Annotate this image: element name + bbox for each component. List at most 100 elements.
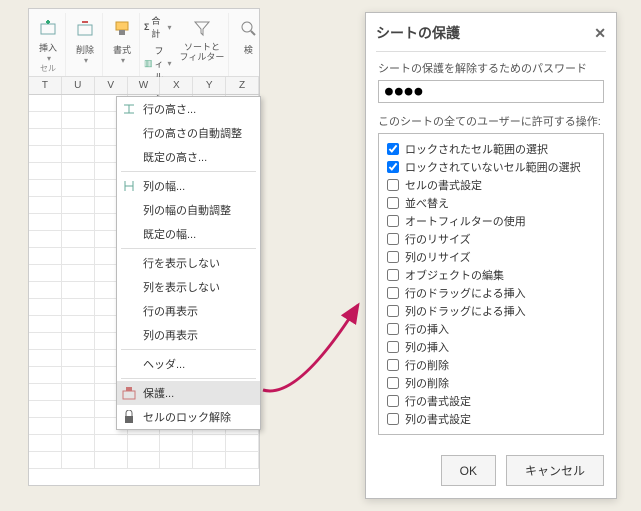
permissions-list: ロックされたセル範囲の選択ロックされていないセル範囲の選択セルの書式設定並べ替え… — [378, 133, 604, 435]
menu-autofit-row[interactable]: 行の高さの自動調整 — [117, 121, 260, 145]
column-header[interactable]: Y — [193, 77, 226, 94]
menu-default-height[interactable]: 既定の高さ... — [117, 145, 260, 169]
close-button[interactable]: ✕ — [594, 25, 606, 42]
menu-label: 列の幅... — [143, 178, 185, 194]
permission-item[interactable]: 列のリサイズ — [387, 248, 595, 266]
ribbon-sort-filter[interactable]: ソートと フィルター — [176, 13, 230, 76]
ribbon-insert[interactable]: 挿入 ▾ セル — [31, 13, 66, 76]
chevron-down-icon: ▾ — [121, 56, 125, 65]
permission-item[interactable]: 行の挿入 — [387, 320, 595, 338]
ribbon-find[interactable]: 検 — [231, 13, 260, 76]
menu-hide-row[interactable]: 行を表示しない — [117, 251, 260, 275]
menu-label: ヘッダ... — [143, 356, 185, 372]
menu-show-row[interactable]: 行の再表示 — [117, 299, 260, 323]
permission-label: 行の書式設定 — [405, 393, 471, 409]
dialog-body: シートの保護を解除するためのパスワード このシートの全てのユーザーに許可する操作… — [366, 60, 616, 445]
menu-row-height[interactable]: 行の高さ... — [117, 97, 260, 121]
separator — [121, 349, 256, 350]
permission-checkbox[interactable] — [387, 287, 399, 299]
dialog-buttons: OK キャンセル — [366, 445, 616, 498]
menu-default-width[interactable]: 既定の幅... — [117, 222, 260, 246]
permission-label: 行のリサイズ — [405, 231, 471, 247]
column-header[interactable]: U — [62, 77, 95, 94]
separator — [121, 378, 256, 379]
permission-checkbox[interactable] — [387, 269, 399, 281]
menu-autofit-col[interactable]: 列の幅の自動調整 — [117, 198, 260, 222]
menu-show-col[interactable]: 列の再表示 — [117, 323, 260, 347]
ribbon-delete[interactable]: 削除 ▾ — [68, 13, 103, 76]
column-header[interactable]: Z — [226, 77, 259, 94]
fill-icon: ▥ — [144, 58, 153, 69]
menu-label: セルのロック解除 — [143, 409, 231, 425]
permission-checkbox[interactable] — [387, 359, 399, 371]
menu-label: 行の高さの自動調整 — [143, 125, 242, 141]
permission-checkbox[interactable] — [387, 179, 399, 191]
permission-item[interactable]: 行のリサイズ — [387, 230, 595, 248]
funnel-icon — [189, 15, 215, 41]
permission-checkbox[interactable] — [387, 161, 399, 173]
permission-checkbox[interactable] — [387, 413, 399, 425]
permission-item[interactable]: 行の削除 — [387, 356, 595, 374]
chevron-down-icon: ▾ — [168, 23, 172, 32]
menu-label: 列の幅の自動調整 — [143, 202, 231, 218]
ribbon-insert-sub: セル — [40, 63, 56, 74]
permission-checkbox[interactable] — [387, 143, 399, 155]
format-icon — [109, 15, 135, 41]
permission-item[interactable]: 列の挿入 — [387, 338, 595, 356]
menu-col-width[interactable]: 列の幅... — [117, 174, 260, 198]
permission-checkbox[interactable] — [387, 341, 399, 353]
password-input[interactable] — [378, 80, 604, 103]
permission-label: ロックされていないセル範囲の選択 — [405, 159, 581, 175]
permission-item[interactable]: 列の書式設定 — [387, 410, 595, 428]
permission-checkbox[interactable] — [387, 233, 399, 245]
permission-item[interactable]: オブジェクトの編集 — [387, 266, 595, 284]
permission-checkbox[interactable] — [387, 395, 399, 407]
permission-item[interactable]: 列のドラッグによる挿入 — [387, 302, 595, 320]
permission-item[interactable]: ロックされていないセル範囲の選択 — [387, 158, 595, 176]
permission-label: 列のドラッグによる挿入 — [405, 303, 526, 319]
lock-icon — [121, 409, 137, 425]
permission-checkbox[interactable] — [387, 323, 399, 335]
chevron-down-icon: ▾ — [47, 54, 51, 63]
permission-item[interactable]: オートフィルターの使用 — [387, 212, 595, 230]
permission-checkbox[interactable] — [387, 305, 399, 317]
permission-label: オブジェクトの編集 — [405, 267, 504, 283]
row-height-icon — [121, 101, 137, 117]
permission-item[interactable]: 列の削除 — [387, 374, 595, 392]
permission-checkbox[interactable] — [387, 377, 399, 389]
delete-cells-icon — [72, 15, 98, 41]
insert-cells-icon — [35, 15, 61, 39]
ribbon-editing: Σ 合計 ▾ ▥ フィル ▾ ◇ クリア ▾ — [142, 13, 174, 76]
permission-label: 列の書式設定 — [405, 411, 471, 427]
permissions-label: このシートの全てのユーザーに許可する操作: — [378, 113, 604, 129]
permission-checkbox[interactable] — [387, 197, 399, 209]
menu-protect[interactable]: 保護... — [117, 381, 260, 405]
menu-header[interactable]: ヘッダ... — [117, 352, 260, 376]
permission-label: ロックされたセル範囲の選択 — [405, 141, 548, 157]
permission-checkbox[interactable] — [387, 251, 399, 263]
permission-item[interactable]: 並べ替え — [387, 194, 595, 212]
ribbon-sum[interactable]: Σ 合計 ▾ — [142, 13, 174, 41]
column-header[interactable]: W — [128, 77, 161, 94]
menu-label: 既定の高さ... — [143, 149, 207, 165]
column-header[interactable]: T — [29, 77, 62, 94]
chevron-down-icon: ▾ — [84, 56, 88, 65]
ribbon-format[interactable]: 書式 ▾ — [105, 13, 140, 76]
cancel-button[interactable]: キャンセル — [506, 455, 604, 486]
menu-hide-col[interactable]: 列を表示しない — [117, 275, 260, 299]
ribbon-insert-label: 挿入 — [39, 41, 57, 54]
menu-label: 行の高さ... — [143, 101, 196, 117]
protect-sheet-dialog: シートの保護 ✕ シートの保護を解除するためのパスワード このシートの全てのユー… — [365, 12, 617, 499]
permission-checkbox[interactable] — [387, 215, 399, 227]
column-header[interactable]: X — [160, 77, 193, 94]
permission-label: 並べ替え — [405, 195, 449, 211]
permission-item[interactable]: セルの書式設定 — [387, 176, 595, 194]
permission-item[interactable]: 行の書式設定 — [387, 392, 595, 410]
permission-item[interactable]: ロックされたセル範囲の選択 — [387, 140, 595, 158]
column-header[interactable]: V — [95, 77, 128, 94]
ribbon-find-label: 検 — [244, 43, 253, 56]
ok-button[interactable]: OK — [441, 455, 496, 486]
menu-unlock[interactable]: セルのロック解除 — [117, 405, 260, 429]
permission-item[interactable]: 行のドラッグによる挿入 — [387, 284, 595, 302]
ribbon-sum-label: 合計 — [151, 14, 163, 40]
